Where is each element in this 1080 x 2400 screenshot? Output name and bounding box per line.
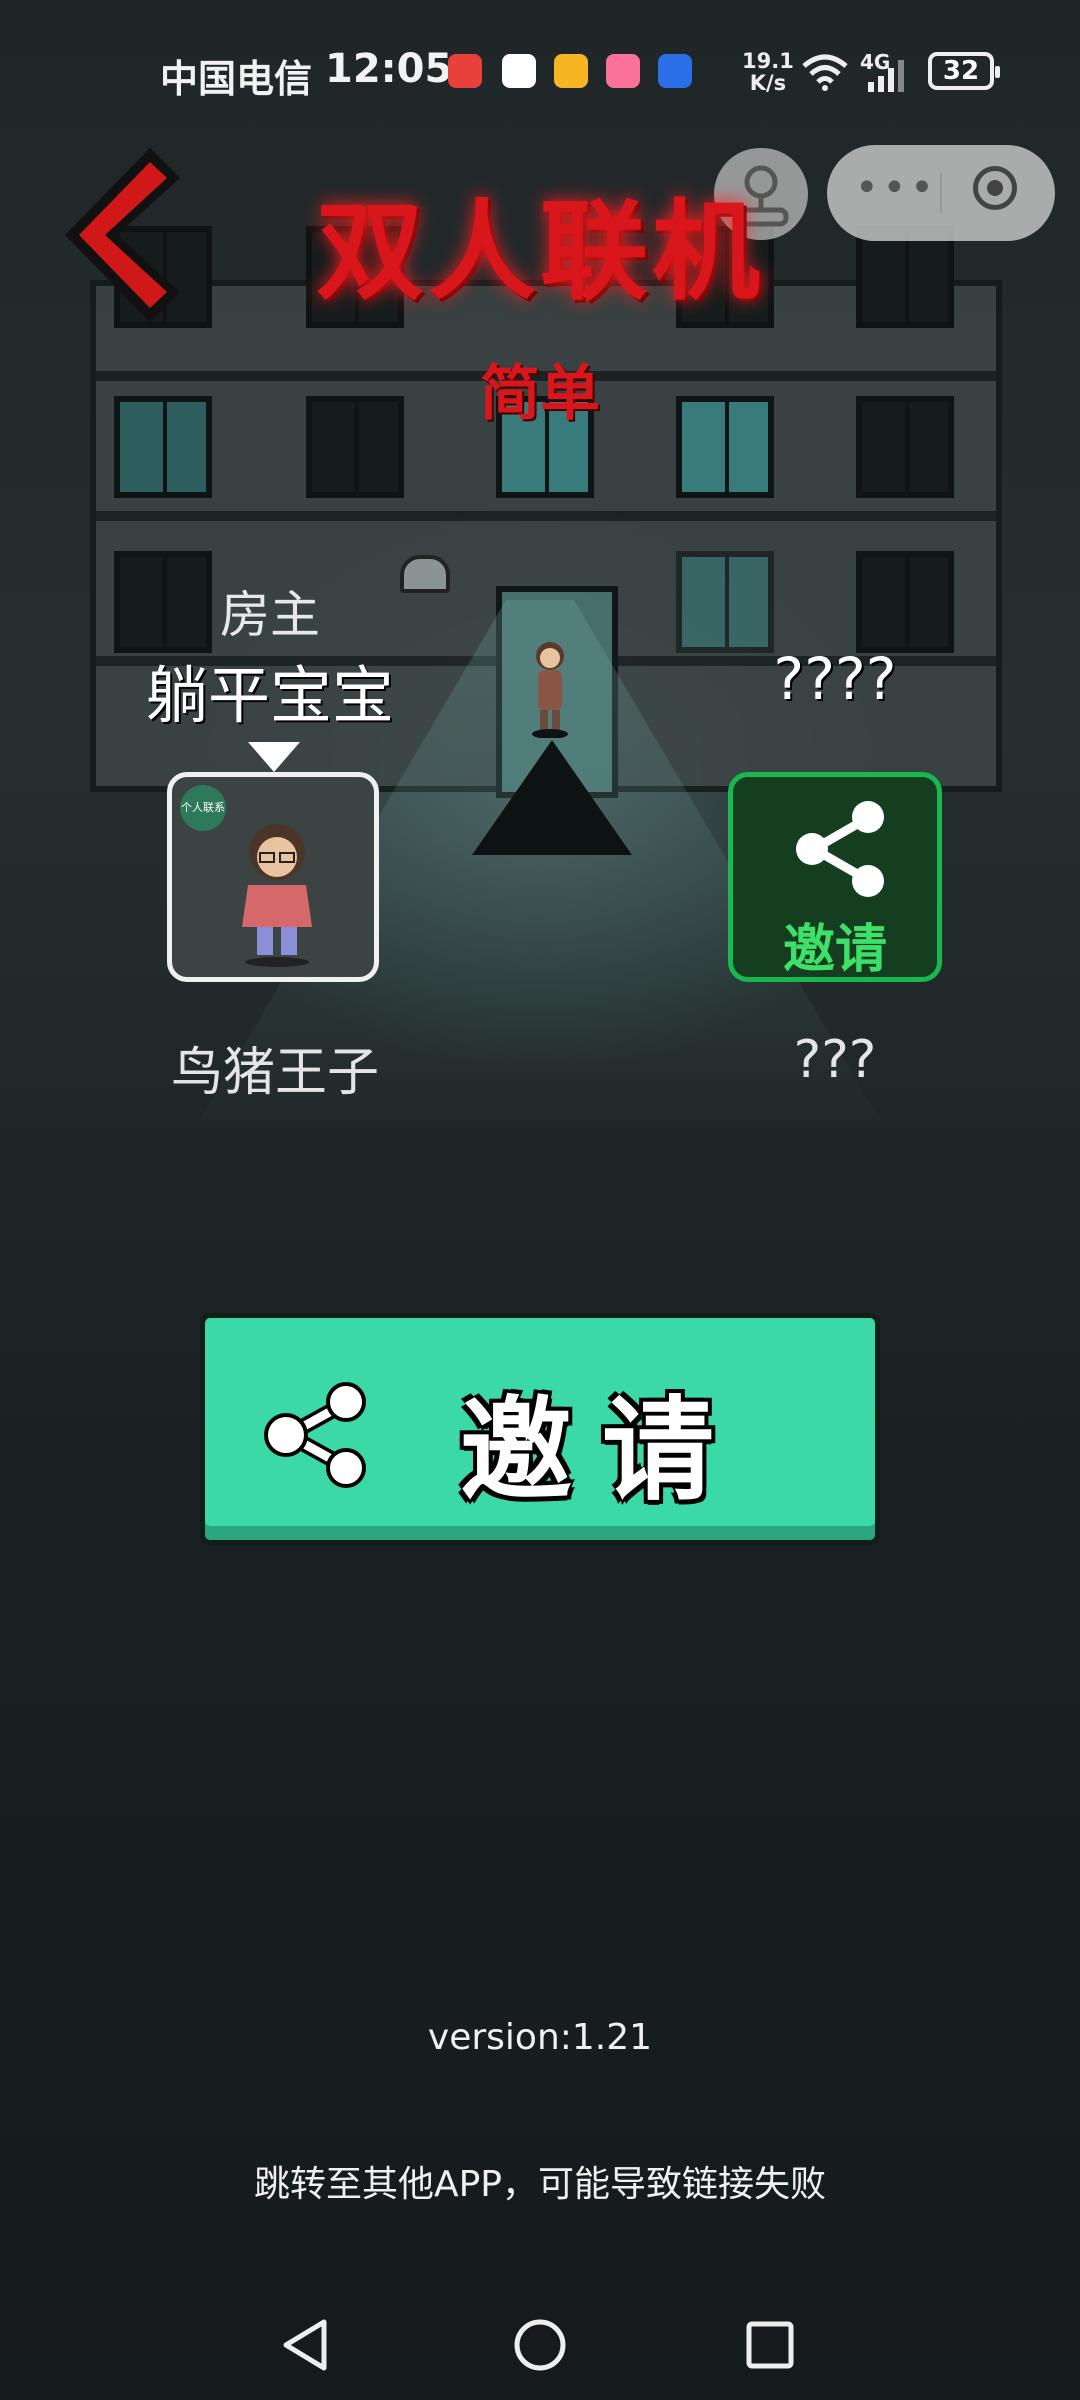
share-icon (796, 801, 884, 897)
host-role-label: 房主 (220, 586, 320, 644)
street-lamp (400, 555, 450, 593)
clock: 12:05 (325, 46, 453, 92)
qq-icon (502, 54, 536, 88)
selected-pointer-icon (248, 742, 300, 772)
host-character-avatar (242, 824, 312, 967)
badge-icon: 个人联系 (180, 785, 226, 831)
guest-nickname: ???? (773, 645, 897, 713)
hint-text: 跳转至其他APP，可能导致链接失败 (253, 2164, 827, 2205)
navigation-bar (0, 2290, 1080, 2400)
invite-slot-label: 邀请 (782, 920, 887, 980)
nav-recents-icon[interactable] (735, 2310, 805, 2380)
share-icon (264, 1382, 366, 1488)
version-text: version:1.21 (427, 2017, 653, 2058)
guest-invite-slot[interactable]: 邀请 (728, 772, 942, 982)
mail-icon (554, 54, 588, 88)
nav-back-icon[interactable] (272, 2310, 342, 2380)
host-avatar-card[interactable]: 个人联系 (167, 772, 379, 982)
status-bar: 中国电信 12:05 19.1 K/s 4G 32 (0, 0, 1080, 130)
signal-icon (868, 60, 904, 92)
shadow-triangle (472, 740, 632, 855)
bilibili-icon (606, 54, 640, 88)
invite-button[interactable]: 邀请 (200, 1313, 880, 1545)
guest-character-name: ??? (793, 1030, 877, 1090)
difficulty-label: 简单 (480, 359, 600, 429)
invite-button-label: 邀请 (460, 1386, 744, 1516)
battery-indicator: 32 (928, 52, 1000, 90)
carrier-text: 中国电信 (160, 57, 313, 101)
wifi-icon (802, 54, 848, 91)
net-speed: 19.1 K/s (742, 49, 794, 95)
page-title: 双人联机 (315, 190, 764, 315)
bulb-icon (658, 54, 692, 88)
nav-home-icon[interactable] (505, 2310, 575, 2380)
host-character-name: 鸟猪王子 (170, 1043, 379, 1103)
girl-character (532, 642, 568, 738)
host-nickname: 躺平宝宝 (145, 659, 394, 732)
huawei-icon (448, 54, 482, 88)
